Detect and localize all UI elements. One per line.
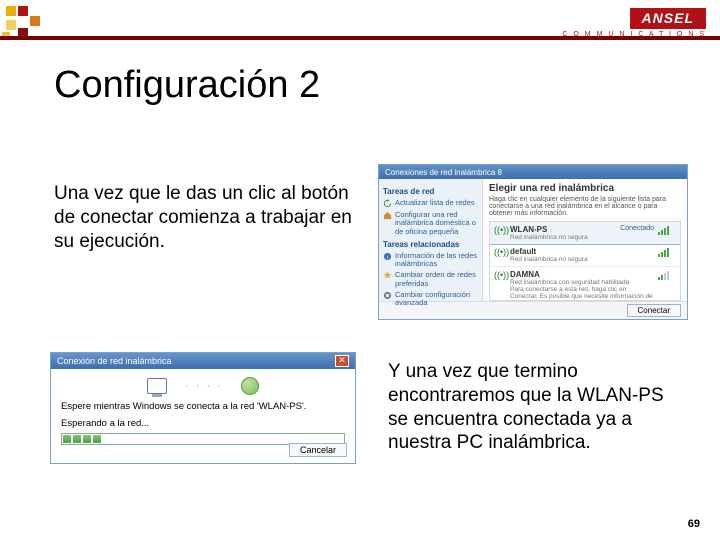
connecting-titlebar: Conexión de red inalámbrica ✕ [51, 353, 355, 369]
home-icon [383, 211, 392, 220]
svg-text:i: i [387, 255, 388, 261]
waiting-text: Esperando a la red... [61, 418, 345, 429]
dots-icon: · · · · [185, 380, 223, 392]
connecting-dialog: Conexión de red inalámbrica ✕ · · · · Es… [50, 352, 356, 464]
connecting-message: Espere mientras Windows se conecta a la … [61, 401, 345, 412]
paragraph-1: Una vez que le das un clic al botón de c… [54, 182, 354, 253]
task-section-2: Tareas relacionadas [383, 240, 478, 249]
task-advanced[interactable]: Cambiar configuración avanzada [383, 291, 478, 308]
network-sub: Red inalámbrica no segura [510, 234, 654, 241]
page-number: 69 [688, 518, 700, 530]
slide-header: ANSEL C O M M U N I C A T I O N S [0, 0, 720, 44]
refresh-icon [383, 199, 392, 208]
task-section-1: Tareas de red [383, 187, 478, 196]
choose-heading: Elegir una red inalámbrica [489, 183, 681, 194]
connecting-title: Conexión de red inalámbrica [57, 356, 172, 366]
network-desc2: Para conectarse a esta red, haga clic en… [510, 286, 654, 301]
network-item-wlanps[interactable]: ((•)) WLAN-PS Conectado Red inalámbrica … [489, 221, 681, 245]
network-item-default[interactable]: ((•)) default Red inalámbrica no segura [490, 244, 680, 267]
connecting-graphic: · · · · [61, 375, 345, 401]
task-setup-network[interactable]: Configurar una red inalámbrica doméstica… [383, 211, 478, 236]
info-icon: i [383, 252, 392, 261]
antenna-icon: ((•)) [494, 247, 506, 257]
task-pane: Tareas de red Actualizar lista de redes … [379, 179, 483, 301]
choose-network-dialog: Conexiones de red inalámbrica 8 Tareas d… [378, 164, 688, 320]
task-refresh[interactable]: Actualizar lista de redes [383, 199, 478, 208]
signal-bars-icon [658, 247, 676, 257]
close-button[interactable]: ✕ [335, 355, 349, 367]
network-list: ((•)) WLAN-PS Conectado Red inalámbrica … [489, 221, 681, 301]
signal-bars-icon [658, 225, 676, 235]
globe-icon [241, 377, 259, 395]
brand-block: ANSEL C O M M U N I C A T I O N S [562, 8, 706, 38]
choose-desc: Haga clic en cualquier elemento de la si… [489, 196, 681, 217]
network-item-damna[interactable]: ((•)) DAMNA Red inalámbrica con segurida… [490, 267, 680, 301]
paragraph-2: Y una vez que termino encontraremos que … [388, 360, 688, 455]
signal-bars-icon [658, 270, 676, 280]
network-list-pane: Elegir una red inalámbrica Haga clic en … [483, 179, 687, 301]
network-name: DAMNA [510, 270, 540, 279]
brand-name: ANSEL [630, 8, 706, 29]
gear-icon [383, 291, 392, 300]
network-sub: Red inalámbrica no segura [510, 256, 654, 263]
cancel-button[interactable]: Cancelar [289, 443, 347, 457]
network-name: default [510, 247, 536, 256]
network-sub: Red inalámbrica con seguridad habilitada [510, 279, 654, 286]
connect-button[interactable]: Conectar [627, 304, 681, 317]
choose-network-title: Conexiones de red inalámbrica 8 [385, 168, 502, 177]
task-reorder[interactable]: Cambiar orden de redes preferidas [383, 271, 478, 288]
network-name: WLAN-PS [510, 225, 547, 234]
choose-network-titlebar: Conexiones de red inalámbrica 8 [379, 165, 687, 179]
computer-icon [147, 378, 167, 394]
antenna-icon: ((•)) [494, 270, 506, 280]
header-rule [0, 36, 720, 40]
page-title: Configuración 2 [54, 64, 320, 107]
antenna-icon: ((•)) [494, 225, 506, 235]
task-info[interactable]: i Información de las redes inalámbricas [383, 252, 478, 269]
star-icon [383, 271, 392, 280]
network-status: Conectado [620, 225, 654, 234]
